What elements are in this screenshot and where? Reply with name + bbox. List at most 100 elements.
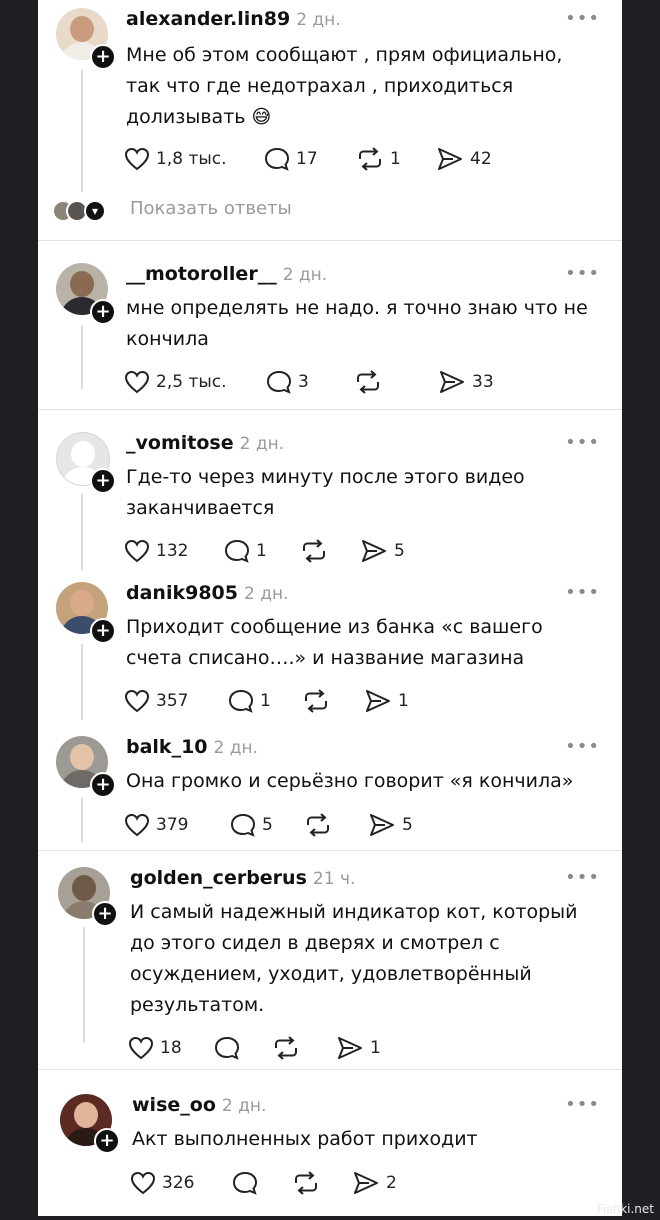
thread-line (81, 798, 83, 842)
repost-button[interactable] (302, 688, 336, 714)
username[interactable]: wise_oo 2 дн. (132, 1094, 266, 1116)
username[interactable]: danik9805 2 дн. (126, 582, 288, 604)
share-count: 2 (386, 1173, 397, 1193)
like-count: 2,5 тыс. (156, 372, 227, 392)
post-alexander-lin89: + alexander.lin89 2 дн. ••• Мне об этом с… (38, 0, 622, 240)
comment-count: 17 (296, 149, 318, 169)
more-options-icon[interactable]: ••• (565, 1094, 600, 1115)
repost-button[interactable] (272, 1035, 306, 1061)
follow-plus-icon[interactable]: + (90, 468, 116, 494)
share-count: 1 (398, 691, 409, 711)
share-count: 5 (394, 541, 405, 561)
comment-icon (224, 539, 250, 563)
comment-button[interactable]: 1 (224, 538, 267, 564)
username[interactable]: __motoroller__ 2 дн. (126, 263, 327, 285)
more-options-icon[interactable]: ••• (565, 263, 600, 284)
share-button[interactable]: 5 (360, 538, 405, 564)
like-count: 326 (162, 1173, 195, 1193)
post-time: 2 дн. (239, 434, 285, 454)
comment-count: 5 (262, 815, 273, 835)
like-count: 132 (156, 541, 189, 561)
post-danik9805: + danik9805 2 дн. ••• Приходит сообщение … (38, 570, 622, 720)
post-balk-10: + balk_10 2 дн. ••• Она громко и серьёзно… (38, 722, 622, 850)
more-options-icon[interactable]: ••• (565, 736, 600, 757)
comment-icon (232, 1171, 258, 1195)
comment-button[interactable]: 1 (228, 688, 271, 714)
post-actions: 357 1 1 (124, 688, 604, 714)
comment-button[interactable]: 3 (266, 369, 309, 395)
share-button[interactable]: 42 (436, 146, 492, 172)
share-button[interactable]: 33 (438, 369, 494, 395)
share-button[interactable]: 1 (336, 1035, 381, 1061)
comment-button[interactable] (232, 1170, 264, 1196)
thread-line (81, 494, 83, 570)
thread-line (81, 70, 83, 192)
comment-button[interactable]: 17 (264, 146, 318, 172)
follow-plus-icon[interactable]: + (92, 901, 118, 927)
like-button[interactable]: 18 (128, 1035, 182, 1061)
repost-count: 1 (390, 149, 401, 169)
like-button[interactable]: 2,5 тыс. (124, 369, 227, 395)
username[interactable]: balk_10 2 дн. (126, 736, 258, 758)
post-motoroller: + __motoroller__ 2 дн. ••• мне определять… (38, 241, 622, 409)
send-icon (336, 1036, 364, 1060)
repost-icon (272, 1036, 300, 1060)
more-options-icon[interactable]: ••• (565, 8, 600, 29)
repost-icon (292, 1171, 320, 1195)
comment-count: 1 (260, 691, 271, 711)
comment-button[interactable] (214, 1035, 246, 1061)
chevron-down-icon: ▾ (84, 200, 106, 222)
heart-icon (124, 147, 150, 171)
post-actions: 132 1 5 (124, 538, 604, 564)
post-time: 2 дн. (282, 265, 328, 285)
follow-plus-icon[interactable]: + (90, 299, 116, 325)
post-text: Мне об этом сообщают , прям официально, … (126, 44, 563, 128)
repost-button[interactable] (292, 1170, 326, 1196)
like-button[interactable]: 379 (124, 812, 188, 838)
more-options-icon[interactable]: ••• (565, 432, 600, 453)
share-count: 5 (402, 815, 413, 835)
follow-plus-icon[interactable]: + (90, 772, 116, 798)
follow-plus-icon[interactable]: + (90, 618, 116, 644)
post-text: Акт выполненных работ приходит (132, 1128, 478, 1150)
repost-icon (300, 539, 328, 563)
like-button[interactable]: 357 (124, 688, 188, 714)
post-golden-cerberus: + golden_cerberus 21 ч. ••• И самый надеж… (38, 851, 622, 1069)
repost-button[interactable] (304, 812, 338, 838)
repost-button[interactable] (300, 538, 334, 564)
follow-plus-icon[interactable]: + (90, 44, 116, 70)
thread-line (81, 644, 83, 720)
more-options-icon[interactable]: ••• (565, 867, 600, 888)
post-text: Приходит сообщение из банка «с вашего сч… (126, 616, 543, 669)
send-icon (352, 1171, 380, 1195)
share-button[interactable]: 2 (352, 1170, 397, 1196)
heart-icon (124, 689, 150, 713)
username[interactable]: alexander.lin89 2 дн. (126, 8, 341, 30)
post-text: Где-то через минуту после этого видео за… (126, 466, 525, 519)
share-button[interactable]: 1 (364, 688, 409, 714)
comment-button[interactable]: 5 (230, 812, 273, 838)
like-button[interactable]: 132 (124, 538, 188, 564)
heart-icon (124, 813, 150, 837)
show-replies-label: Показать ответы (130, 198, 292, 219)
heart-icon (124, 539, 150, 563)
thread-line (81, 325, 83, 389)
share-button[interactable]: 5 (368, 812, 413, 838)
username[interactable]: golden_cerberus 21 ч. (130, 867, 355, 889)
repost-icon (302, 689, 330, 713)
more-options-icon[interactable]: ••• (565, 582, 600, 603)
like-button[interactable]: 326 (130, 1170, 194, 1196)
repost-button[interactable] (354, 369, 388, 395)
like-button[interactable]: 1,8 тыс. (124, 146, 227, 172)
follow-plus-icon[interactable]: + (94, 1128, 120, 1154)
repost-button[interactable]: 1 (356, 146, 401, 172)
comment-icon (230, 813, 256, 837)
heart-icon (130, 1171, 156, 1195)
post-wise-oo: + wise_oo 2 дн. ••• Акт выполненных работ… (38, 1070, 622, 1216)
post-vomitose: + _vomitose 2 дн. ••• Где-то через минуту… (38, 410, 622, 570)
comment-count: 1 (256, 541, 267, 561)
post-time: 2 дн. (243, 584, 289, 604)
post-actions: 2,5 тыс. 3 33 (124, 369, 604, 395)
like-count: 379 (156, 815, 189, 835)
username[interactable]: _vomitose 2 дн. (126, 432, 284, 454)
